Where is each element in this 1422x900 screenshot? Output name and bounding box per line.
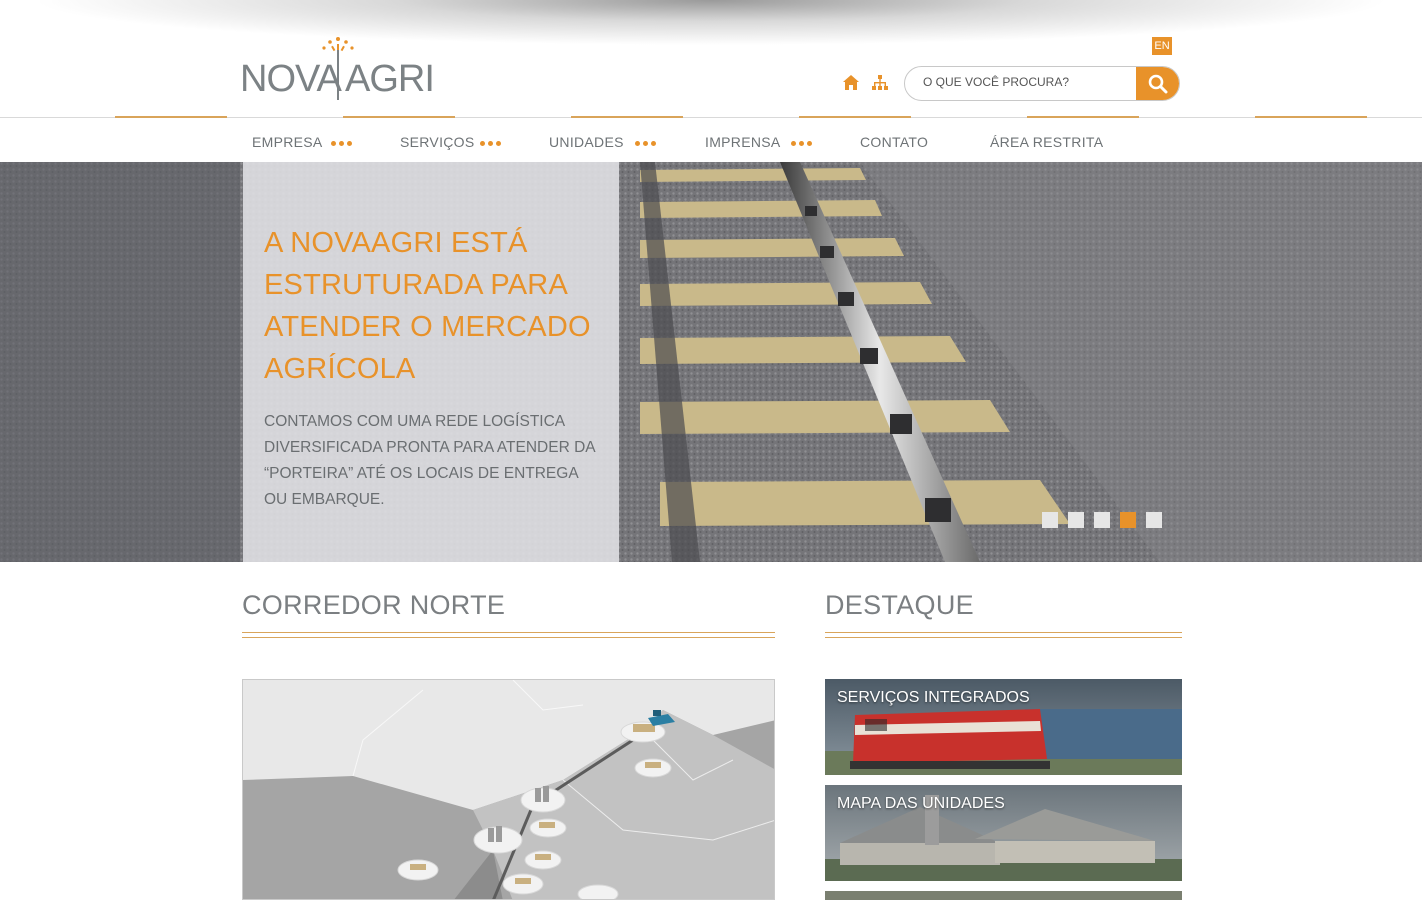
slide-dot-3[interactable] — [1094, 512, 1110, 528]
logo-text-agri: AGRI — [345, 58, 435, 100]
section-rule — [242, 632, 775, 638]
nav-item-imprensa[interactable]: IMPRENSA — [705, 134, 781, 150]
section-rule — [825, 632, 1182, 638]
hero-slider: A NOVAAGRI ESTÁ ESTRUTURADA PARA ATENDER… — [0, 162, 1422, 562]
submenu-dots-icon[interactable] — [331, 141, 352, 146]
hero-title: A NOVAAGRI ESTÁ ESTRUTURADA PARA ATENDER… — [264, 227, 591, 385]
featured-card-servicos-integrados[interactable]: SERVIÇOS INTEGRADOS — [825, 679, 1182, 775]
nav-item-servicos[interactable]: SERVIÇOS — [400, 134, 475, 150]
nav-item-contato[interactable]: CONTATO — [860, 134, 928, 150]
nav-item-unidades[interactable]: UNIDADES — [549, 134, 624, 150]
featured-card-mapa-das-unidades[interactable]: MAPA DAS UNIDADES — [825, 785, 1182, 881]
submenu-dots-icon[interactable] — [635, 141, 656, 146]
card-label: MAPA DAS UNIDADES — [837, 795, 1005, 812]
featured-card-partial[interactable] — [825, 891, 1182, 900]
language-switch[interactable]: EN — [1152, 37, 1172, 55]
hero-caption-panel: A NOVAAGRI ESTÁ ESTRUTURADA PARA ATENDER… — [243, 162, 619, 562]
search-box — [904, 66, 1180, 101]
main-nav: EMPRESA SERVIÇOS UNIDADES IMPRENSA CONTA… — [0, 118, 1422, 162]
home-icon[interactable] — [842, 74, 860, 91]
logo-divider — [337, 50, 339, 100]
corridor-map[interactable] — [242, 679, 775, 900]
card-label: SERVIÇOS INTEGRADOS — [837, 689, 1030, 706]
nav-item-area-restrita[interactable]: ÁREA RESTRITA — [990, 134, 1103, 150]
search-icon — [1148, 74, 1168, 93]
submenu-dots-icon[interactable] — [791, 141, 812, 146]
search-button[interactable] — [1136, 67, 1179, 100]
logo[interactable]: NOVA AGRI — [240, 36, 435, 102]
search-input[interactable] — [923, 75, 1123, 89]
slide-dot-4-active[interactable] — [1120, 512, 1136, 528]
nav-item-empresa[interactable]: EMPRESA — [252, 134, 323, 150]
slide-dot-1[interactable] — [1042, 512, 1058, 528]
logo-text-nova: NOVA — [240, 58, 342, 100]
section-title-corredor-norte: CORREDOR NORTE — [242, 590, 506, 620]
slider-pagination — [1042, 512, 1162, 528]
corridor-map-illustration — [243, 680, 774, 899]
hero-railway-image — [0, 162, 1422, 562]
submenu-dots-icon[interactable] — [480, 141, 501, 146]
hero-description: CONTAMOS COM UMA REDE LOGÍSTICA DIVERSIF… — [264, 413, 595, 508]
sitemap-icon[interactable] — [872, 75, 888, 91]
section-title-destaque: DESTAQUE — [825, 590, 974, 620]
slide-dot-5[interactable] — [1146, 512, 1162, 528]
slide-dot-2[interactable] — [1068, 512, 1084, 528]
header: NOVA AGRI EN — [0, 0, 1422, 118]
page: NOVA AGRI EN O QUE VOCÊ PROCURA? EMPRESA… — [0, 0, 1422, 900]
